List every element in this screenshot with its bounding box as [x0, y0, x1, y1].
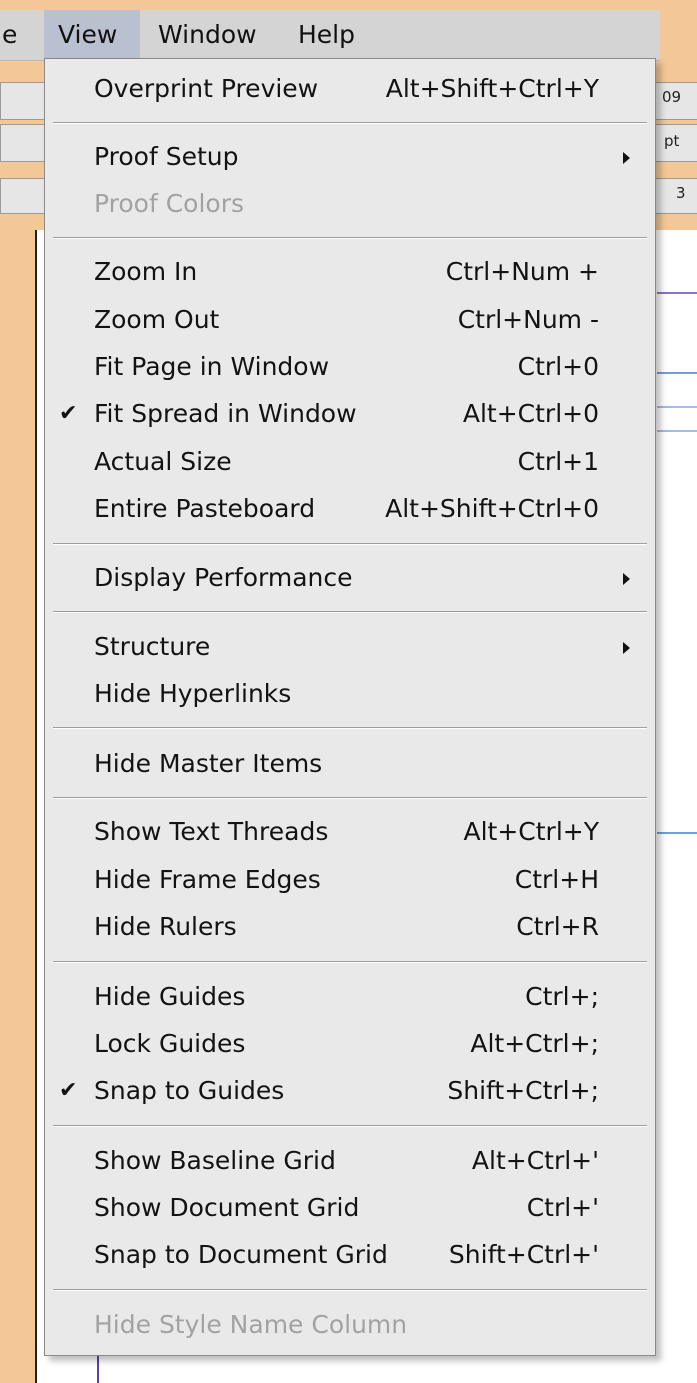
menu-item-label: Proof Setup — [94, 142, 239, 171]
menu-item-shortcut: Ctrl+' — [526, 1193, 599, 1222]
menu-item-zoom-out[interactable]: Zoom Out Ctrl+Num - — [45, 296, 655, 344]
menu-item-label: Show Baseline Grid — [94, 1146, 336, 1175]
menu-item-shortcut: Shift+Ctrl+' — [448, 1240, 599, 1269]
menu-item-label: Zoom Out — [94, 305, 220, 334]
menubar-item-view[interactable]: View — [44, 10, 140, 60]
menu-item-label: Hide Rulers — [94, 912, 237, 941]
menu-item-hide-master-items[interactable]: Hide Master Items — [45, 740, 655, 788]
menu-item-overprint-preview[interactable]: Overprint Preview Alt+Shift+Ctrl+Y — [45, 65, 655, 113]
menubar-item-help[interactable]: Help — [286, 10, 355, 60]
menu-item-structure[interactable]: Structure — [45, 623, 655, 671]
menubar-item-window[interactable]: Window — [146, 10, 257, 60]
menu-item-display-performance[interactable]: Display Performance — [45, 554, 655, 602]
menu-item-hide-rulers[interactable]: Hide Rulers Ctrl+R — [45, 903, 655, 951]
guide-line — [657, 430, 697, 432]
menu-item-label: Show Text Threads — [94, 817, 329, 846]
menu-item-shortcut: Alt+Shift+Ctrl+0 — [385, 494, 599, 523]
menu-item-shortcut: Alt+Ctrl+; — [470, 1029, 599, 1058]
menu-separator — [53, 727, 647, 729]
unit-fragment: pt — [664, 132, 680, 150]
menu-item-shortcut: Ctrl+; — [525, 982, 599, 1011]
guide-line — [657, 832, 697, 834]
menu-separator — [53, 611, 647, 613]
menu-item-actual-size[interactable]: Actual Size Ctrl+1 — [45, 438, 655, 486]
menu-item-label: Hide Hyperlinks — [94, 679, 292, 708]
menu-item-label: Display Performance — [94, 563, 353, 592]
menu-separator — [53, 1289, 647, 1291]
submenu-arrow-icon — [623, 642, 630, 654]
menu-item-proof-setup[interactable]: Proof Setup — [45, 133, 655, 181]
menu-item-shortcut: Alt+Shift+Ctrl+Y — [385, 74, 599, 103]
menu-item-label: Show Document Grid — [94, 1193, 360, 1222]
view-menu-dropdown: Overprint Preview Alt+Shift+Ctrl+Y Proof… — [44, 58, 656, 1356]
menu-item-hide-guides[interactable]: Hide Guides Ctrl+; — [45, 973, 655, 1021]
menu-item-label: Entire Pasteboard — [94, 494, 316, 523]
menu-item-hide-hyperlinks[interactable]: Hide Hyperlinks — [45, 670, 655, 718]
menu-item-label: Lock Guides — [94, 1029, 246, 1058]
menu-item-shortcut: Ctrl+0 — [517, 352, 599, 381]
guide-line — [657, 406, 697, 408]
zoom-field-fragment: 09 — [662, 88, 682, 106]
menu-separator — [53, 122, 647, 124]
menu-item-snap-to-guides[interactable]: ✔ Snap to Guides Shift+Ctrl+; — [45, 1067, 655, 1115]
menu-item-label: Overprint Preview — [94, 74, 319, 103]
guide-line — [657, 292, 697, 294]
menu-item-show-baseline-grid[interactable]: Show Baseline Grid Alt+Ctrl+' — [45, 1137, 655, 1185]
menu-item-fit-page-in-window[interactable]: Fit Page in Window Ctrl+0 — [45, 343, 655, 391]
menu-item-shortcut: Ctrl+Num - — [457, 305, 599, 334]
menu-item-label: Hide Style Name Column — [94, 1310, 408, 1339]
menu-item-label: Hide Guides — [94, 982, 246, 1011]
checkmark-icon: ✔ — [59, 1078, 78, 1103]
menu-item-label: Snap to Guides — [94, 1076, 285, 1105]
guide-line — [657, 372, 697, 374]
menu-item-shortcut: Alt+Ctrl+Y — [463, 817, 600, 846]
menu-separator — [53, 961, 647, 963]
menu-item-fit-spread-in-window[interactable]: ✔ Fit Spread in Window Alt+Ctrl+0 — [45, 390, 655, 438]
menu-item-zoom-in[interactable]: Zoom In Ctrl+Num + — [45, 248, 655, 296]
menu-item-label: Hide Master Items — [94, 749, 323, 778]
menu-item-label: Snap to Document Grid — [94, 1240, 388, 1269]
menu-separator — [53, 1125, 647, 1127]
menu-separator — [53, 543, 647, 545]
submenu-arrow-icon — [623, 573, 630, 585]
menu-item-label: Hide Frame Edges — [94, 865, 321, 894]
menu-item-shortcut: Alt+Ctrl+0 — [462, 399, 599, 428]
menu-item-label: Zoom In — [94, 257, 198, 286]
menu-item-hide-style-name-column[interactable]: Hide Style Name Column — [45, 1301, 655, 1349]
menu-item-shortcut: Alt+Ctrl+' — [471, 1146, 599, 1175]
menu-item-label: Structure — [94, 632, 211, 661]
menu-item-hide-frame-edges[interactable]: Hide Frame Edges Ctrl+H — [45, 856, 655, 904]
menu-separator — [53, 237, 647, 239]
menu-item-entire-pasteboard[interactable]: Entire Pasteboard Alt+Shift+Ctrl+0 — [45, 485, 655, 533]
menu-item-label: Actual Size — [94, 447, 232, 476]
menu-item-shortcut: Ctrl+H — [514, 865, 599, 894]
menu-bar: e View Window Help — [0, 10, 660, 61]
menu-item-label: Fit Spread in Window — [94, 399, 357, 428]
menu-item-shortcut: Ctrl+Num + — [445, 257, 599, 286]
checkmark-icon: ✔ — [59, 401, 78, 426]
menu-item-show-text-threads[interactable]: Show Text Threads Alt+Ctrl+Y — [45, 808, 655, 856]
menu-item-show-document-grid[interactable]: Show Document Grid Ctrl+' — [45, 1184, 655, 1232]
menu-item-lock-guides[interactable]: Lock Guides Alt+Ctrl+; — [45, 1020, 655, 1068]
ruler-number-fragment: 3 — [676, 184, 686, 202]
menubar-item-partial[interactable]: e — [0, 10, 32, 60]
menu-item-proof-colors[interactable]: Proof Colors — [45, 180, 655, 228]
menu-item-label: Fit Page in Window — [94, 352, 330, 381]
menu-item-snap-to-document-grid[interactable]: Snap to Document Grid Shift+Ctrl+' — [45, 1231, 655, 1279]
menu-item-label: Proof Colors — [94, 189, 244, 218]
menu-item-shortcut: Ctrl+R — [516, 912, 599, 941]
submenu-arrow-icon — [623, 152, 630, 164]
menu-separator — [53, 797, 647, 799]
menu-item-shortcut: Ctrl+1 — [517, 447, 599, 476]
menu-item-shortcut: Shift+Ctrl+; — [447, 1076, 599, 1105]
